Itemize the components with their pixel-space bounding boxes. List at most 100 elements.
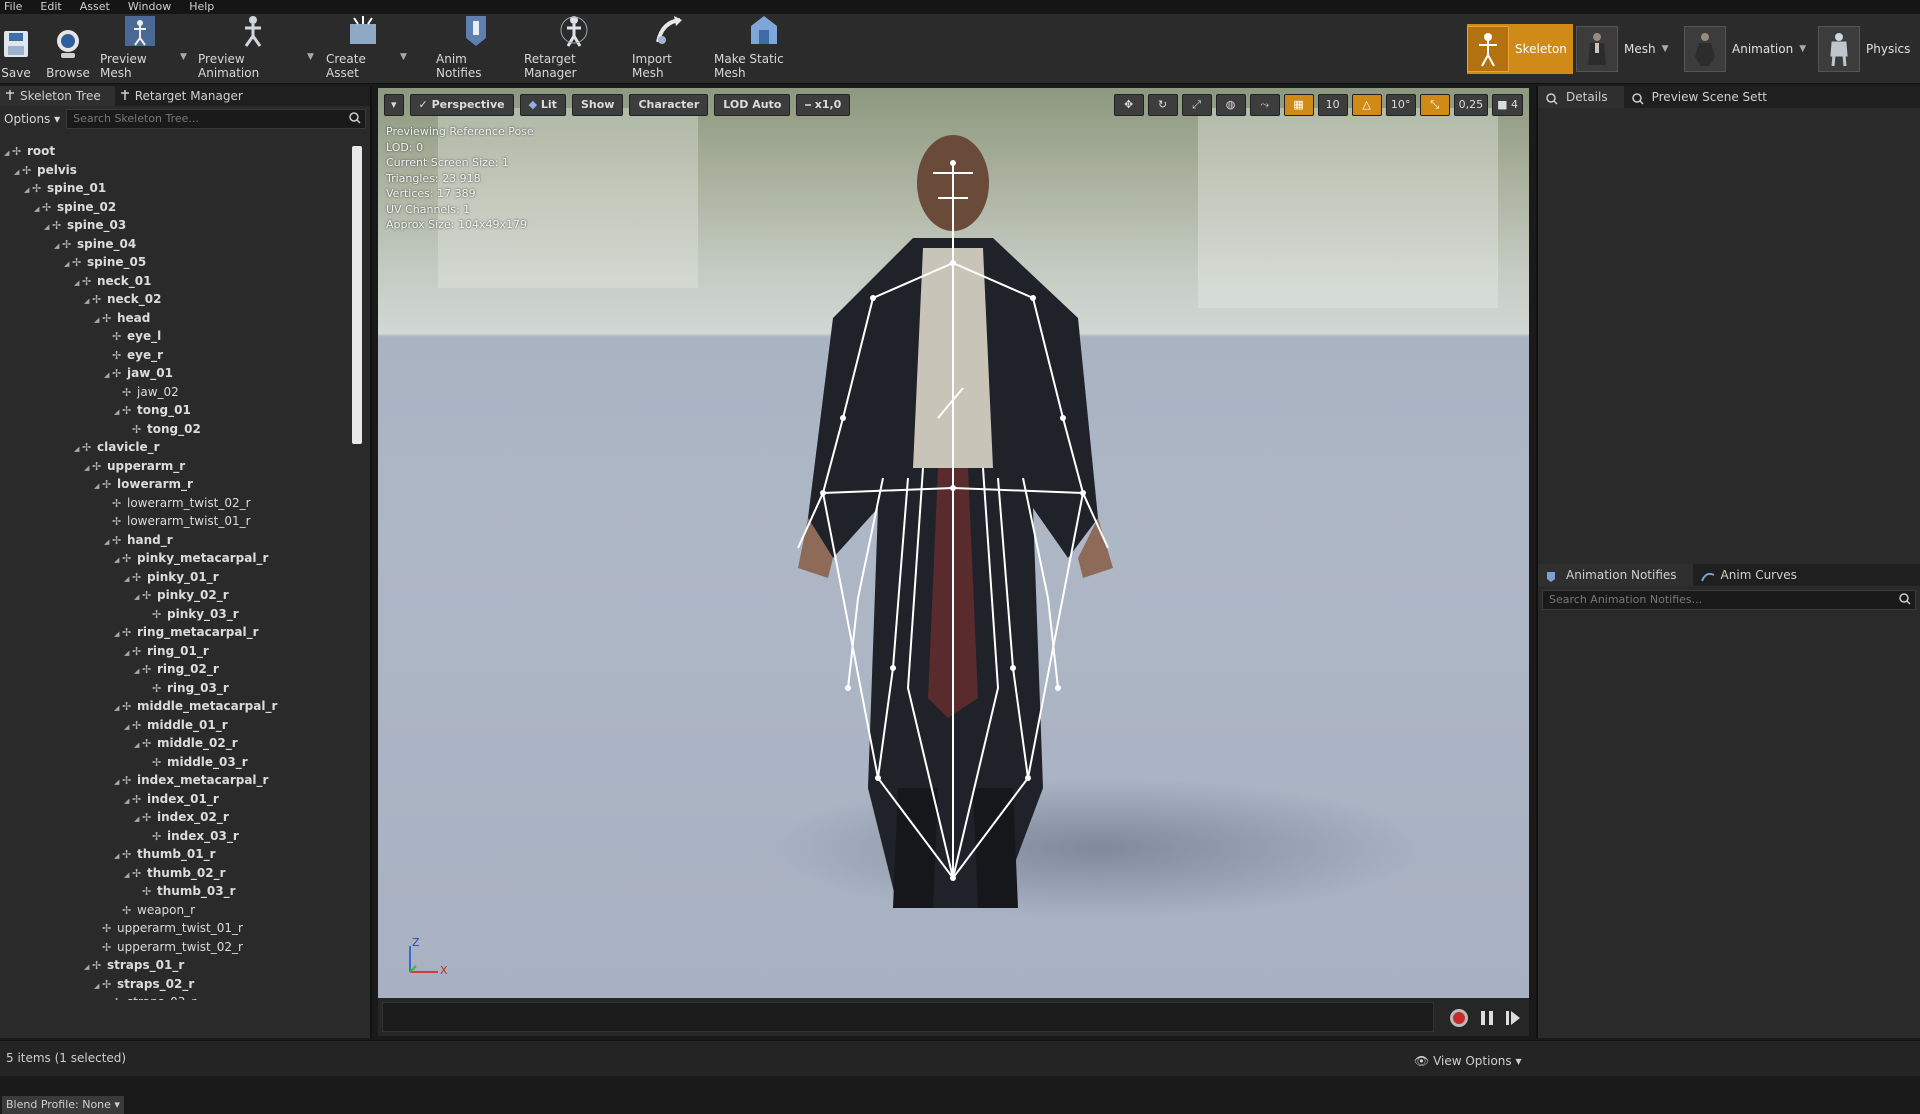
tree-row[interactable]: ◢ ✢ index_metacarpal_r — [0, 771, 352, 790]
tree-row[interactable]: ✢ pinky_03_r — [0, 605, 352, 624]
tree-row[interactable]: ◢ ✢ pelvis — [0, 161, 352, 180]
tree-row[interactable]: ◢ ✢ head — [0, 309, 352, 328]
tab-anim-curves[interactable]: Anim Curves — [1693, 564, 1813, 586]
world-local-icon[interactable]: ◍ — [1215, 94, 1246, 116]
browse-button[interactable]: Browse — [44, 18, 92, 80]
show-button[interactable]: Show — [571, 94, 624, 116]
mode-mesh-button[interactable]: Mesh ▼ — [1576, 24, 1669, 74]
import-mesh-button[interactable]: Import Mesh — [632, 16, 706, 80]
animation-mode-dropdown-icon[interactable]: ▼ — [1799, 44, 1806, 54]
tree-row[interactable]: ◢ ✢ pinky_01_r — [0, 568, 352, 587]
create-asset-dropdown-icon[interactable]: ▼ — [400, 52, 407, 62]
grid-snap-value[interactable]: 10 — [1317, 94, 1348, 116]
tree-row[interactable]: ◢ ✢ thumb_01_r — [0, 845, 352, 864]
blend-profile-dropdown[interactable]: Blend Profile: None ▾ — [2, 1096, 124, 1114]
preview-animation-dropdown-icon[interactable]: ▼ — [307, 52, 314, 62]
save-button[interactable]: Save — [0, 18, 32, 80]
menu-asset[interactable]: Asset — [80, 0, 110, 14]
rotate-icon[interactable]: ↻ — [1147, 94, 1178, 116]
mode-skeleton-button[interactable]: Skeleton — [1467, 24, 1573, 74]
menu-help[interactable]: Help — [189, 0, 214, 14]
scale-snap-value[interactable]: 0,25 — [1453, 94, 1489, 116]
view-options-dropdown[interactable]: 👁 View Options ▾ — [1414, 1054, 1522, 1068]
tree-row[interactable]: ✢ lowerarm_twist_02_r — [0, 494, 352, 513]
mesh-mode-dropdown-icon[interactable]: ▼ — [1662, 44, 1669, 54]
menu-edit[interactable]: Edit — [40, 0, 61, 14]
menu-window[interactable]: Window — [128, 0, 171, 14]
anim-notifies-button[interactable]: Anim Notifies — [436, 16, 516, 80]
lod-button[interactable]: LOD Auto — [714, 94, 791, 116]
preview-mesh-button[interactable]: Preview Mesh — [100, 16, 180, 80]
step-forward-icon[interactable] — [1505, 1009, 1521, 1027]
tree-row[interactable]: ◢ ✢ thumb_02_r — [0, 864, 352, 883]
tree-row[interactable]: ◢ ✢ straps_02_r — [0, 975, 352, 994]
timeline-scrubber[interactable] — [382, 1002, 1434, 1032]
mode-physics-button[interactable]: Physics — [1818, 24, 1910, 74]
tree-row[interactable]: ◢ ✢ tong_01 — [0, 401, 352, 420]
tree-row[interactable]: ◢ ✢ spine_03 — [0, 216, 352, 235]
preview-animation-button[interactable]: Preview Animation — [198, 16, 308, 80]
tab-preview-scene-settings[interactable]: Preview Scene Sett — [1624, 86, 1783, 108]
create-asset-button[interactable]: Create Asset — [326, 16, 400, 80]
options-dropdown[interactable]: Options ▾ — [4, 112, 60, 126]
tree-row[interactable]: ✢ eye_l — [0, 327, 352, 346]
tree-row[interactable]: ✢ jaw_02 — [0, 383, 352, 402]
notifies-search-input[interactable]: Search Animation Notifies... — [1542, 590, 1916, 610]
preview-mesh-dropdown-icon[interactable]: ▼ — [180, 52, 187, 62]
mode-animation-button[interactable]: Animation ▼ — [1684, 24, 1806, 74]
tree-row[interactable]: ◢ ✢ pinky_metacarpal_r — [0, 549, 352, 568]
tree-row[interactable]: ✢ upperarm_twist_01_r — [0, 919, 352, 938]
tab-animation-notifies[interactable]: Animation Notifies — [1538, 564, 1693, 586]
tree-row[interactable]: ✢ tong_02 — [0, 420, 352, 439]
perspective-button[interactable]: ✓ Perspective — [409, 94, 514, 116]
tree-row[interactable]: ✢ lowerarm_twist_01_r — [0, 512, 352, 531]
pause-icon[interactable] — [1479, 1009, 1495, 1027]
tree-row[interactable]: ✢straps_03_r — [0, 993, 352, 1000]
tree-row[interactable]: ◢ ✢ ring_01_r — [0, 642, 352, 661]
surface-snap-icon[interactable]: ⤳ — [1249, 94, 1280, 116]
tree-row[interactable]: ◢ ✢ clavicle_r — [0, 438, 352, 457]
tree-row[interactable]: ✢ thumb_03_r — [0, 882, 352, 901]
tree-row[interactable]: ✢ ring_03_r — [0, 679, 352, 698]
tree-row[interactable]: ◢ ✢ middle_metacarpal_r — [0, 697, 352, 716]
tree-row[interactable]: ◢ ✢ hand_r — [0, 531, 352, 550]
tab-retarget-manager[interactable]: Retarget Manager — [115, 86, 257, 106]
character-button[interactable]: Character — [629, 94, 709, 116]
menu-file[interactable]: File — [4, 0, 22, 14]
grid-snap-icon[interactable]: ▦ — [1283, 94, 1314, 116]
tree-row[interactable]: ◢ ✢ upperarm_r — [0, 457, 352, 476]
record-icon[interactable] — [1449, 1008, 1469, 1028]
tree-row[interactable]: ✢ weapon_r — [0, 901, 352, 920]
lit-button[interactable]: ◆ Lit — [519, 94, 566, 116]
tree-row[interactable]: ◢ ✢ jaw_01 — [0, 364, 352, 383]
make-static-mesh-button[interactable]: Make Static Mesh — [714, 16, 814, 80]
tree-row[interactable]: ◢ ✢ index_01_r — [0, 790, 352, 809]
scale-icon[interactable]: ⤢ — [1181, 94, 1212, 116]
preview-viewport[interactable]: ▾ ✓ Perspective ◆ Lit Show Character LOD… — [378, 88, 1529, 998]
playback-speed-button[interactable]: ⎯ x1,0 — [796, 94, 851, 116]
tree-row[interactable]: ◢ ✢ lowerarm_r — [0, 475, 352, 494]
tree-row[interactable]: ✢ index_03_r — [0, 827, 352, 846]
translate-icon[interactable]: ✥ — [1113, 94, 1144, 116]
tree-row[interactable]: ◢ ✢ index_02_r — [0, 808, 352, 827]
tree-row[interactable]: ◢ ✢ spine_04 — [0, 235, 352, 254]
tree-row[interactable]: ◢ ✢ neck_02 — [0, 290, 352, 309]
tree-row[interactable]: ◢ ✢ neck_01 — [0, 272, 352, 291]
rotation-snap-value[interactable]: 10° — [1385, 94, 1416, 116]
scale-snap-icon[interactable]: ⤡ — [1419, 94, 1450, 116]
tree-row[interactable]: ◢ ✢ spine_05 — [0, 253, 352, 272]
tree-row[interactable]: ◢ ✢ middle_02_r — [0, 734, 352, 753]
viewport-menu-button[interactable]: ▾ — [384, 94, 404, 116]
tree-row[interactable]: ◢ ✢ pinky_02_r — [0, 586, 352, 605]
tree-row[interactable]: ✢ upperarm_twist_02_r — [0, 938, 352, 957]
tree-row[interactable]: ◢ ✢ straps_01_r — [0, 956, 352, 975]
tree-row[interactable]: ◢ ✢ ring_metacarpal_r — [0, 623, 352, 642]
tab-details[interactable]: Details — [1538, 86, 1624, 108]
tree-row[interactable]: ◢ ✢ spine_01 — [0, 179, 352, 198]
tree-row[interactable]: ◢ ✢ spine_02 — [0, 198, 352, 217]
tree-row[interactable]: ◢ ✢ ring_02_r — [0, 660, 352, 679]
tree-row[interactable]: ✢ middle_03_r — [0, 753, 352, 772]
tree-scrollbar[interactable] — [352, 146, 362, 444]
tree-row[interactable]: ◢ ✢ middle_01_r — [0, 716, 352, 735]
tree-row[interactable]: ✢ eye_r — [0, 346, 352, 365]
